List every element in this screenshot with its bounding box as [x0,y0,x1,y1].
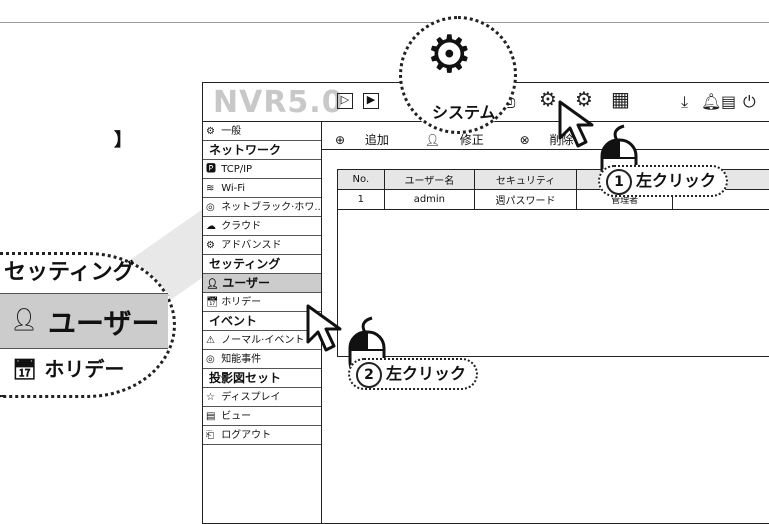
cell-username: admin [384,190,474,210]
grid-icon[interactable]: ▦ [611,87,630,111]
gear-icon[interactable]: ⚙ [539,87,557,111]
sidebar-section-network: ネットワーク [203,141,321,160]
sidebar-item-cloud[interactable]: ☁ クラウド [203,217,321,236]
bracket-mark: 】 [114,126,132,152]
sidebar-item-advanced[interactable]: ⚙ アドバンスド [203,236,321,255]
zoom-user-bubble: セッティング 👤︎ ユーザー 📅︎ ホリデー [0,252,176,398]
sidebar-item-user[interactable]: 👤︎ ユーザー [203,274,321,293]
step-number: 2 [356,362,382,388]
calendar-icon: 📅︎ [206,293,218,312]
wifi-icon: ≋ [206,179,218,198]
top-divider [0,22,769,23]
alarm-icon: ⚠ [206,331,218,350]
sidebar-item-tcpip[interactable]: 🅿︎ TCP/IP [203,160,321,179]
system-label: システム [432,99,496,123]
power-icon[interactable]: ⏻ [743,92,756,112]
sidebar-item-logout[interactable]: ⎗ ログアウト [203,426,321,445]
callout-left-click-1: 1左クリック [598,165,728,197]
gear-icon: ⚙ [206,122,218,141]
col-header-security: セキュリティ [475,170,577,190]
app-logo: NVR5.0 [213,85,344,120]
step-number: 1 [606,169,632,195]
sidebar-item-wifi[interactable]: ≋ Wi-Fi [203,179,321,198]
view-icon: ▤ [206,407,218,426]
col-header-no: No. [338,170,385,190]
play-icon[interactable]: ▷ [337,93,353,109]
download-icon[interactable]: ⤓ [681,92,688,112]
logout-icon: ⎗ [206,426,218,445]
p-icon: 🅿︎ [206,160,218,179]
zoom-system-bubble: ⚙ システム [399,16,517,134]
disk-icon[interactable]: ▤ [721,92,736,111]
toolbar-divider [321,149,769,150]
gear-icon: ⚙ [206,236,218,255]
gear-icon: ⚙ [426,29,473,81]
sidebar-section-projection: 投影図セット [203,369,321,388]
pin-icon: ◎ [206,350,218,369]
cloud-icon: ☁ [206,217,218,236]
user-icon: 👤︎ [10,308,38,333]
sidebar-item-display[interactable]: ☆ ディスプレイ [203,388,321,407]
callout-left-click-2: 2左クリック [348,358,478,390]
calendar-icon: 📅︎ [12,357,37,381]
zoom-section-setting: セッティング [0,255,168,291]
edit-button[interactable]: 👤︎ 修正 [425,133,500,147]
nvr-window: NVR5.0 ▷ ▶ ⎙ ⚙ ⚙ ▦ ⤓ 🔔︎ ▤ ⏻ ⚙ 一般 ネットワーク … [202,82,769,524]
plus-circle-icon: ⊕ [335,133,345,147]
add-button[interactable]: ⊕ 追加 [335,133,405,147]
bell-icon[interactable]: 🔔︎ [701,92,721,111]
sidebar-item-general[interactable]: ⚙ 一般 [203,122,321,141]
x-circle-icon: ⊗ [520,133,530,147]
zoom-holiday-item: 📅︎ ホリデー [12,353,124,382]
col-header-username: ユーザー名 [384,170,474,190]
star-icon: ☆ [206,388,218,407]
cell-security: 週パスワード [475,190,577,210]
sidebar-section-setting: セッティング [203,255,321,274]
user-icon: 👤︎ [206,275,218,293]
user-edit-icon: 👤︎ [425,133,440,147]
playback-icon[interactable]: ▶ [363,93,379,109]
pin-icon: ◎ [206,198,218,217]
sidebar-item-blacklist[interactable]: ◎ ネットブラック·ホワ... [203,198,321,217]
sidebar-item-view[interactable]: ▤ ビュー [203,407,321,426]
cell-no: 1 [338,190,385,210]
zoom-user-item: 👤︎ ユーザー [0,293,168,349]
